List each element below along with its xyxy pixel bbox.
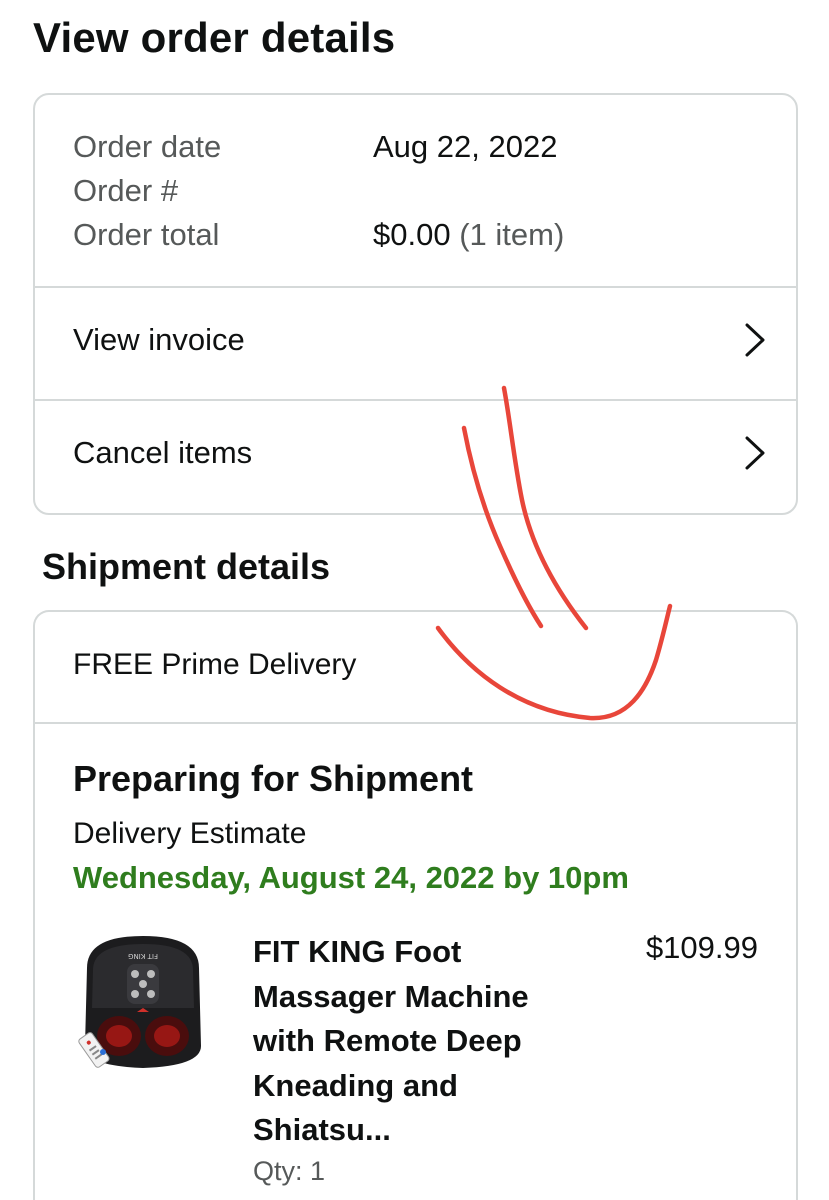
- chevron-right-icon: [745, 436, 765, 470]
- chevron-right-icon: [745, 323, 765, 357]
- product-title-line: FIT KING Foot: [253, 934, 462, 969]
- shipment-section-title: Shipment details: [42, 546, 331, 587]
- order-summary-card: Order date Aug 22, 2022 Order # Order to…: [33, 93, 798, 515]
- divider: [35, 722, 796, 724]
- product-price: $109.99: [645, 930, 758, 965]
- order-item-count: (1 item): [459, 217, 565, 252]
- product-title-line: with Remote Deep: [253, 1023, 522, 1058]
- product-title-line: Massager Machine: [253, 978, 529, 1014]
- product-title-line: Shiatsu...: [253, 1112, 391, 1147]
- foot-massager-image[interactable]: FIT KING: [73, 928, 213, 1078]
- order-number-label: Order #: [73, 173, 179, 208]
- product-title-line: Kneading and: [253, 1067, 458, 1103]
- page-title: View order details: [33, 14, 396, 61]
- product-title[interactable]: FIT KING Foot Massager Machine with Remo…: [253, 930, 583, 1153]
- shipment-card: FREE Prime Delivery Preparing for Shipme…: [33, 610, 798, 1200]
- order-date-label: Order date: [73, 129, 222, 164]
- view-invoice-label: View invoice: [73, 322, 245, 357]
- delivery-estimate-label: Delivery Estimate: [73, 817, 307, 850]
- cancel-items-label: Cancel items: [73, 435, 253, 470]
- cancel-items-row[interactable]: Cancel items: [35, 401, 796, 513]
- brand-mark: FIT KING: [128, 952, 158, 960]
- shipment-status: Preparing for Shipment: [73, 758, 474, 799]
- delivery-type: FREE Prime Delivery: [73, 648, 357, 681]
- order-date-value: Aug 22, 2022: [373, 129, 558, 164]
- delivery-estimate-date: Wednesday, August 24, 2022 by 10pm: [73, 860, 629, 895]
- view-invoice-row[interactable]: View invoice: [35, 288, 796, 400]
- order-total-value: $0.00 (1 item): [373, 217, 564, 253]
- product-quantity: Qty: 1: [253, 1156, 326, 1186]
- page: View order details Order date Aug 22, 20…: [0, 0, 829, 1200]
- order-total-amount: $0.00: [373, 217, 451, 252]
- order-total-label: Order total: [73, 217, 220, 252]
